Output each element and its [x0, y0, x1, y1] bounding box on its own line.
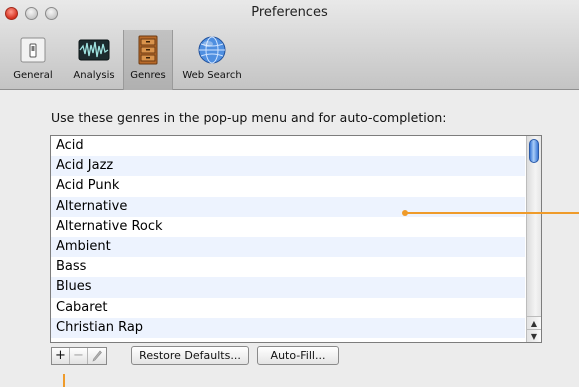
toolbar-analysis-label: Analysis [73, 70, 115, 81]
list-item[interactable]: Acid Jazz [51, 156, 525, 177]
list-item[interactable]: Acid Punk [51, 176, 525, 197]
switch-icon [20, 37, 46, 63]
cabinet-icon [138, 35, 158, 65]
list-edit-buttons: + − [51, 347, 107, 365]
list-item[interactable]: Alternative Rock [51, 216, 525, 237]
toolbar-general-label: General [13, 70, 53, 81]
list-item[interactable]: Blues [51, 277, 525, 298]
callout-line-list [405, 212, 579, 214]
list-item[interactable]: Ambient [51, 236, 525, 258]
globe-icon [198, 36, 226, 64]
window-title: Preferences [251, 5, 328, 20]
add-genre-button[interactable]: + [52, 348, 70, 364]
genres-list[interactable]: Acid Acid Jazz Acid Punk Alternative Alt… [50, 135, 542, 343]
restore-defaults-button[interactable]: Restore Defaults... [131, 346, 249, 365]
list-item[interactable]: Cabaret [51, 297, 525, 318]
auto-fill-button[interactable]: Auto-Fill... [257, 346, 339, 365]
toolbar-general[interactable]: General [2, 30, 64, 90]
scroll-down-arrow-icon[interactable]: ▼ [527, 329, 541, 342]
toolbar-web-search-label: Web Search [182, 70, 242, 81]
instruction-text: Use these genres in the pop-up menu and … [51, 110, 447, 125]
callout-line-buttons [63, 374, 65, 387]
scroll-up-arrow-icon[interactable]: ▲ [527, 316, 541, 329]
toolbar-genres[interactable]: Genres [123, 30, 173, 90]
titlebar: Preferences General Analysis Genres Web … [0, 0, 579, 90]
scroll-thumb[interactable] [529, 139, 539, 163]
preferences-window: Preferences General Analysis Genres Web … [0, 0, 579, 387]
list-item[interactable]: Christian Rap [51, 317, 525, 338]
list-item[interactable]: Bass [51, 257, 525, 278]
toolbar-web-search[interactable]: Web Search [176, 30, 248, 90]
vertical-scrollbar[interactable]: ▲ ▼ [526, 136, 541, 342]
toolbar-genres-label: Genres [130, 70, 166, 81]
waveform-icon [78, 39, 110, 61]
remove-genre-button[interactable]: − [70, 348, 88, 364]
edit-genre-button[interactable] [88, 348, 106, 364]
list-item[interactable]: Acid [51, 136, 525, 157]
pencil-icon [92, 350, 102, 362]
toolbar-analysis[interactable]: Analysis [67, 30, 121, 90]
